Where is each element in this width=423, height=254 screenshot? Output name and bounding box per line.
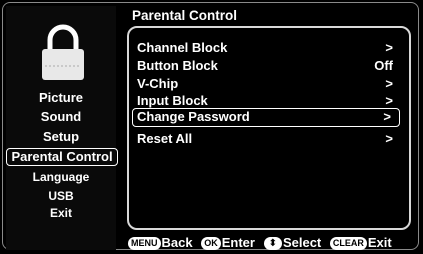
menu-item-label: Change Password <box>137 109 250 124</box>
menu-item-input-block[interactable]: Input Block > <box>137 93 399 109</box>
chevron-right-icon: > <box>383 109 391 124</box>
sidebar-item-language[interactable]: Language <box>6 169 116 185</box>
menu-item-label: V-Chip <box>137 76 179 91</box>
menu-item-button-block[interactable]: Button Block Off <box>137 58 399 74</box>
chevron-right-icon: > <box>385 93 393 108</box>
menu-item-reset-all[interactable]: Reset All > <box>137 131 399 147</box>
sidebar-item-parental-control[interactable]: Parental Control <box>6 148 118 166</box>
menu-item-value: Off <box>374 58 393 73</box>
select-hint: Select <box>282 235 322 250</box>
sidebar-item-exit[interactable]: Exit <box>6 205 116 221</box>
enter-hint: Enter <box>221 235 255 250</box>
back-hint: Back <box>161 235 193 250</box>
menu-panel <box>127 26 411 230</box>
up-down-key-icon: ⬍ <box>263 237 282 250</box>
menu-item-label: Input Block <box>137 93 208 108</box>
footer-hints: MENU Back OK Enter ⬍ Select CLEAR Exit <box>128 234 420 252</box>
sidebar-item-sound[interactable]: Sound <box>6 109 116 125</box>
menu-key-icon: MENU <box>128 237 161 250</box>
chevron-right-icon: > <box>385 40 393 55</box>
menu-item-label: Channel Block <box>137 40 228 55</box>
chevron-right-icon: > <box>385 131 393 146</box>
page-title: Parental Control <box>132 8 238 23</box>
ok-key-icon: OK <box>201 237 221 250</box>
clear-key-icon: CLEAR <box>329 237 367 250</box>
chevron-right-icon: > <box>385 76 393 91</box>
menu-item-label: Reset All <box>137 131 193 146</box>
menu-item-label: Button Block <box>137 58 218 73</box>
menu-item-change-password[interactable]: Change Password > <box>132 108 400 127</box>
sidebar-item-setup[interactable]: Setup <box>6 129 116 145</box>
sidebar-item-picture[interactable]: Picture <box>6 90 116 106</box>
sidebar-item-usb[interactable]: USB <box>6 188 116 204</box>
menu-item-channel-block[interactable]: Channel Block > <box>137 40 399 56</box>
padlock-icon <box>42 24 84 80</box>
menu-item-v-chip[interactable]: V-Chip > <box>137 76 399 92</box>
exit-hint: Exit <box>367 235 392 250</box>
sidebar: Picture Sound Setup Parental Control Lan… <box>6 6 118 250</box>
